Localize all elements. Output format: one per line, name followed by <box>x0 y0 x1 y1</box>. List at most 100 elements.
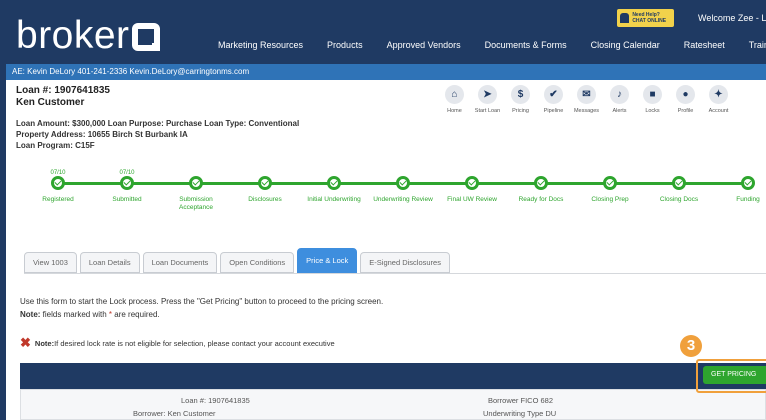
toolbar-account[interactable]: ✦ Account <box>702 85 735 114</box>
instructions-line: Use this form to start the Lock process.… <box>20 297 384 306</box>
loan-customer: Ken Customer <box>16 97 85 108</box>
main-nav: Marketing Resources Products Approved Vend… <box>218 40 766 50</box>
loan-amount-line: Loan Amount: $300,000 Loan Purpose: Purc… <box>16 119 300 128</box>
step-check-icon <box>327 176 341 190</box>
step-check-icon <box>603 176 617 190</box>
home-icon: ⌂ <box>445 85 464 104</box>
step-label: Disclosures <box>248 196 282 203</box>
loan-summary: Loan Amount: $300,000 Loan Purpose: Purc… <box>16 118 299 151</box>
callout-number-badge: 3 <box>680 335 702 357</box>
toolbar-locks[interactable]: ■ Locks <box>636 85 669 114</box>
tab-view-1003[interactable]: View 1003 <box>24 252 77 273</box>
tab-loan-documents[interactable]: Loan Documents <box>142 252 218 273</box>
lock-panel-header <box>20 363 766 389</box>
step-label: Funding <box>736 196 760 203</box>
pipeline-icon: ✔ <box>544 85 563 104</box>
step-label: Final UW Review <box>447 196 497 203</box>
lock-rate-note: ✖ Note: If desired lock rate is not elig… <box>20 335 335 350</box>
lock-panel-body: Loan #: 1907641835 Borrower: Ken Custome… <box>20 389 766 420</box>
account-icon: ✦ <box>709 85 728 104</box>
alerts-icon: ♪ <box>610 85 629 104</box>
logo-text: broker <box>16 14 130 57</box>
tab-loan-details[interactable]: Loan Details <box>79 252 140 273</box>
lock-note-text: If desired lock rate is not eligible for… <box>54 338 335 348</box>
panel-uw-type: Underwriting Type DU <box>483 409 557 418</box>
lock-instructions: Use this form to start the Lock process.… <box>20 295 383 321</box>
loan-heading: Loan #: 1907641835 Ken Customer <box>16 85 110 109</box>
tab-e-signed-disclosures[interactable]: E-Signed Disclosures <box>360 252 450 273</box>
step-label: Registered <box>42 196 74 203</box>
nav-item[interactable]: Ratesheet <box>684 40 725 50</box>
step-label: Submitted <box>112 196 142 203</box>
toolbar-label: Alerts <box>612 108 627 114</box>
tab-divider <box>24 273 766 274</box>
nav-item[interactable]: Approved Vendors <box>387 40 461 50</box>
top-header: broker Marketing Resources Products Approv… <box>6 5 766 64</box>
step-check-icon <box>741 176 755 190</box>
step-label: Ready for Docs <box>518 196 564 203</box>
step-check-icon <box>51 176 65 190</box>
close-x-icon: ✖ <box>20 335 31 350</box>
toolbar-start-loan[interactable]: ➤ Start Loan <box>471 85 504 114</box>
nav-item[interactable]: Training <box>749 40 766 50</box>
nav-item[interactable]: Documents & Forms <box>485 40 567 50</box>
toolbar-label: Home <box>447 108 462 114</box>
note-label: Note: <box>20 310 41 319</box>
locks-icon: ■ <box>643 85 662 104</box>
required-note: Note: fields marked with * are required. <box>20 308 383 321</box>
toolbar-label: Locks <box>645 108 660 114</box>
toolbar-icons: ⌂ Home ➤ Start Loan $ Pricing ✔ Pipeline ✉ Messag… <box>438 85 735 114</box>
property-address: Property Address: 10655 Birch St Burbank… <box>16 130 188 139</box>
nav-item[interactable]: Closing Calendar <box>591 40 660 50</box>
toolbar-label: Messages <box>573 108 600 114</box>
app-frame: broker Marketing Resources Products Approv… <box>6 5 766 420</box>
get-pricing-button[interactable]: GET PRICING <box>703 366 766 384</box>
step-label: Underwriting Review <box>373 196 433 203</box>
chat-online-button[interactable]: Need Help? CHAT ONLINE <box>617 9 674 27</box>
toolbar-pipeline[interactable]: ✔ Pipeline <box>537 85 570 114</box>
toolbar-messages[interactable]: ✉ Messages <box>570 85 603 114</box>
brokeriq-logo[interactable]: broker <box>16 16 160 56</box>
step-label: Submission Acceptance <box>179 196 213 211</box>
step-check-icon <box>672 176 686 190</box>
loan-number: Loan #: 1907641835 <box>16 85 110 96</box>
tab-open-conditions[interactable]: Open Conditions <box>220 252 295 273</box>
step-check-icon <box>396 176 410 190</box>
pricing-icon: $ <box>511 85 530 104</box>
loan-tabs: View 1003 Loan Details Loan Documents Open … <box>24 248 450 273</box>
logo-q-mark <box>131 23 160 51</box>
step-check-icon <box>258 176 272 190</box>
chat-people-icon <box>620 13 630 23</box>
toolbar-home[interactable]: ⌂ Home <box>438 85 471 114</box>
lock-note-label: Note: <box>34 338 55 348</box>
start-loan-icon: ➤ <box>478 85 497 104</box>
step-check-icon <box>189 176 203 190</box>
nav-item[interactable]: Marketing Resources <box>218 40 303 50</box>
toolbar-label: Pricing <box>512 108 529 114</box>
step-label: Closing Prep <box>591 196 629 203</box>
step-label: Closing Docs <box>659 196 699 203</box>
loan-program: Loan Program: C15F <box>16 141 95 150</box>
toolbar-pricing[interactable]: $ Pricing <box>504 85 537 114</box>
toolbar-label: Start Loan <box>474 108 501 114</box>
panel-borrower: Borrower: Ken Customer <box>133 409 216 418</box>
step-check-icon <box>534 176 548 190</box>
nav-item[interactable]: Products <box>327 40 363 50</box>
panel-fico: Borrower FICO 682 <box>488 396 554 405</box>
messages-icon: ✉ <box>577 85 596 104</box>
toolbar-alerts[interactable]: ♪ Alerts <box>603 85 636 114</box>
toolbar-label: Account <box>708 108 729 114</box>
note-tail: are required. <box>112 310 160 319</box>
chat-badge-label: Need Help? CHAT ONLINE <box>632 12 667 24</box>
toolbar-profile[interactable]: ● Profile <box>669 85 702 114</box>
welcome-logout[interactable]: Welcome Zee - Logout <box>698 13 766 23</box>
panel-loan-number: Loan #: 1907641835 <box>181 396 250 405</box>
toolbar-label: Pipeline <box>543 108 564 114</box>
step-check-icon <box>120 176 134 190</box>
step-check-icon <box>465 176 479 190</box>
account-executive-bar: AE: Kevin DeLory 401-241-2336 Kevin.DeLo… <box>6 64 766 80</box>
profile-icon: ● <box>676 85 695 104</box>
toolbar-label: Profile <box>677 108 694 114</box>
step-date <box>718 170 766 177</box>
tab-price-lock[interactable]: Price & Lock <box>297 248 358 273</box>
